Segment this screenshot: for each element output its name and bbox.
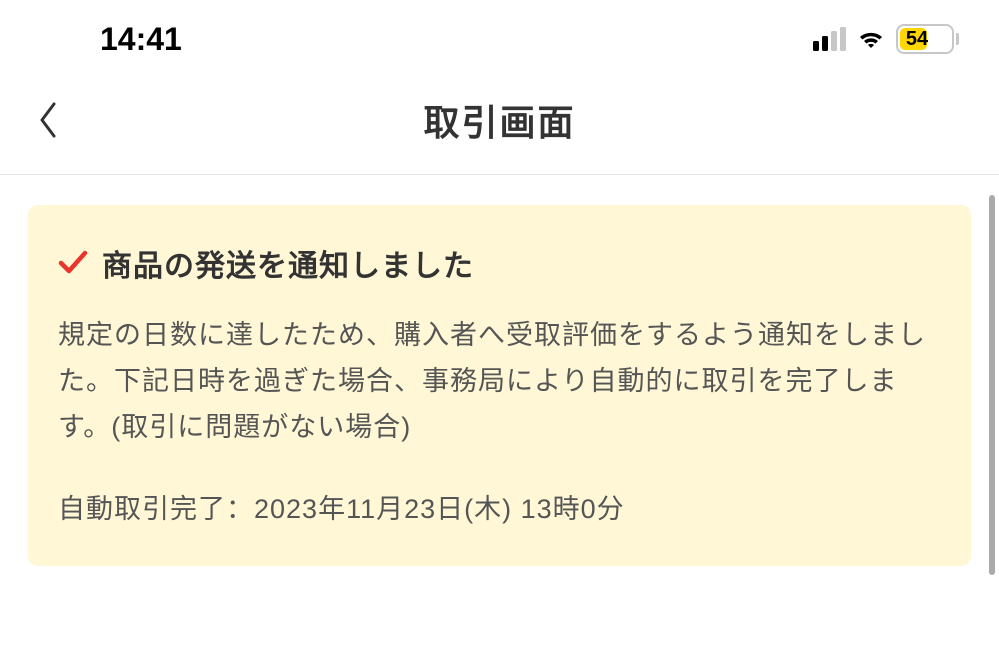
- notification-header: 商品の発送を通知しました: [58, 241, 941, 285]
- notification-card: 商品の発送を通知しました 規定の日数に達したため、購入者へ受取評価をするよう通知…: [28, 205, 971, 566]
- notification-completion-date: 自動取引完了：2023年11月23日(木) 13時0分: [58, 487, 941, 526]
- back-button[interactable]: [30, 94, 66, 146]
- content-area: 商品の発送を通知しました 規定の日数に達したため、購入者へ受取評価をするよう通知…: [0, 175, 999, 654]
- cellular-signal-icon: [813, 27, 846, 51]
- status-time: 14:41: [100, 21, 182, 58]
- notification-title: 商品の発送を通知しました: [102, 241, 474, 285]
- battery-indicator: 54: [896, 24, 959, 54]
- status-indicators: 54: [813, 24, 959, 54]
- chevron-left-icon: [38, 102, 58, 138]
- status-bar: 14:41 54: [0, 0, 999, 70]
- scroll-indicator[interactable]: [989, 195, 995, 575]
- completion-label: 自動取引完了：: [58, 494, 254, 524]
- completion-date-value: 2023年11月23日(木) 13時0分: [254, 494, 625, 524]
- notification-body: 規定の日数に達したため、購入者へ受取評価をするよう通知をしました。下記日時を過ぎ…: [58, 313, 941, 451]
- navigation-header: 取引画面: [0, 70, 999, 175]
- checkmark-icon: [58, 250, 88, 276]
- battery-level: 54: [902, 28, 932, 51]
- page-title: 取引画面: [423, 94, 575, 146]
- wifi-icon: [856, 27, 886, 51]
